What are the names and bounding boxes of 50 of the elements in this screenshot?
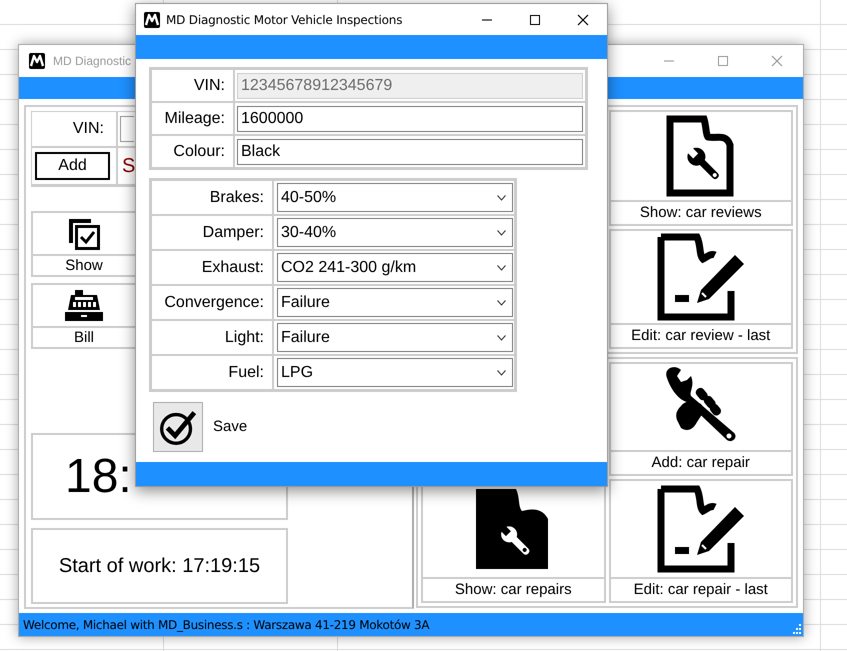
field-label: VIN: [194,76,225,96]
checklist-icon [67,216,101,250]
document-wrench-icon [476,489,550,569]
vin-input-field[interactable] [120,116,134,142]
field-label: Damper: [202,222,264,242]
window-title: MD Diagnostic Motor Vehicle Inspections [166,12,402,28]
dropdown[interactable]: LPG [277,358,513,387]
chevron-down-icon [497,370,506,376]
chevron-down-icon [497,264,506,270]
maximize-icon[interactable] [529,14,541,26]
dropdown[interactable]: CO2 241-300 g/km [277,253,513,282]
dropdown[interactable]: Failure [277,288,513,317]
resize-grip-icon[interactable] [791,624,801,634]
field-label: Brakes: [210,188,264,208]
tile-button[interactable]: Bill [31,283,137,349]
field-label: Light: [224,328,264,348]
action-tile-button[interactable]: Add: car repair [608,362,793,476]
app-logo-icon [29,53,45,69]
chevron-down-icon [497,194,506,200]
clock-time: 18: [65,452,132,500]
document-wrench-icon [666,115,736,197]
chevron-down-icon [497,230,506,236]
start-of-work-time: Start of work: 17:19:15 [58,554,260,579]
tile-button[interactable]: Show [31,211,137,277]
cash-register-icon [65,290,103,322]
action-tile-button[interactable]: Show: car reviews [608,110,793,226]
close-icon[interactable] [577,14,589,26]
input-field[interactable]: Black [237,138,583,164]
app-logo-icon [144,12,160,28]
field-label: Colour: [173,142,225,162]
dropdown[interactable]: 40-50% [277,183,513,212]
chevron-down-icon [497,300,506,306]
action-tile-button[interactable]: Edit: car review - last [608,229,793,349]
field-label: Mileage: [164,108,225,128]
action-tile-button[interactable]: Edit: car repair - last [608,479,793,603]
add-button[interactable]: Add [35,152,110,180]
chevron-down-icon [497,334,506,340]
input-field[interactable]: 1600000 [237,106,583,132]
status-text: S [122,154,136,179]
field-label: Convergence: [164,292,264,312]
field-label: Exhaust: [202,258,264,278]
field-label: Fuel: [228,362,264,382]
dropdown[interactable]: Failure [277,323,513,352]
dropdown[interactable]: 30-40% [277,218,513,247]
document-pencil-icon [656,485,745,573]
save-button[interactable]: Save [149,402,248,452]
window-title: MD Diagnostic [53,53,132,70]
status-bar-text: Welcome, Michael with MD_Business.s : Warszawa 41-219 Mokotów 3A [23,616,430,634]
document-pencil-icon [656,233,745,321]
vin-label: VIN: [72,119,104,139]
